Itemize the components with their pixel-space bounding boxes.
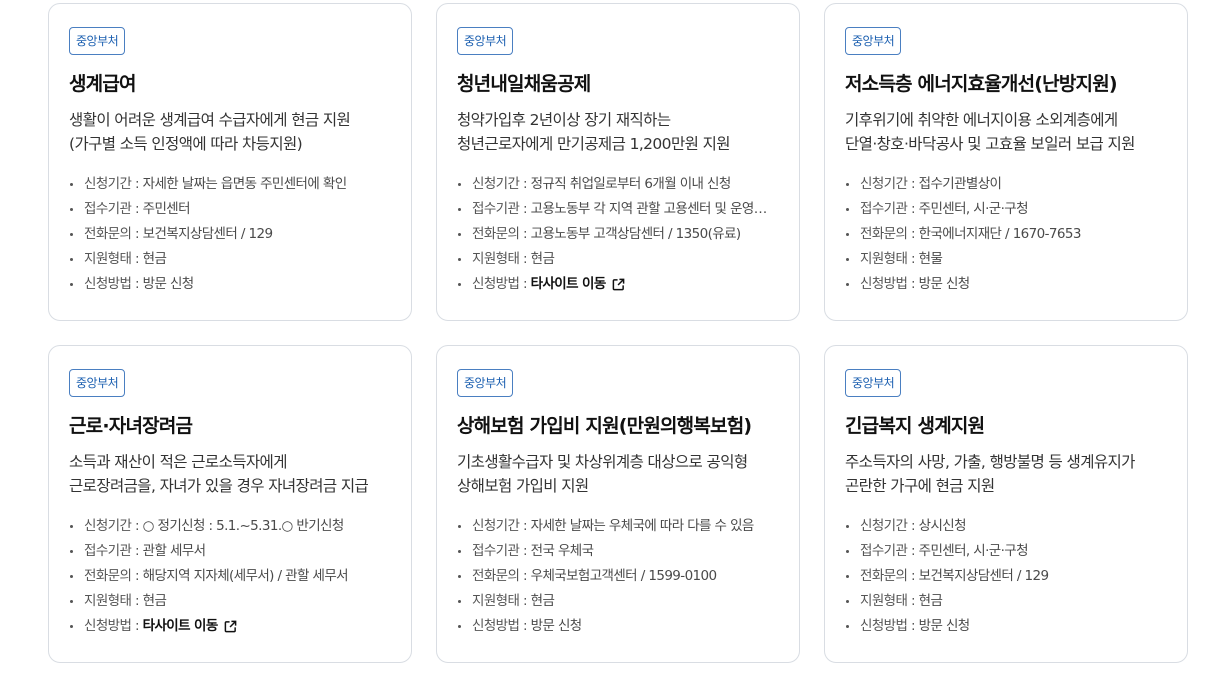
info-item-period: 신청기간 : 자세한 날짜는 읍면동 주민센터에 확인 — [69, 172, 389, 197]
info-item-type: 지원형태 : 현금 — [457, 247, 777, 272]
benefit-card[interactable]: 중앙부처 근로·자녀장려금 소득과 재산이 적은 근로소득자에게 근로장려금을,… — [48, 345, 412, 663]
info-item-agency: 접수기관 : 고용노동부 각 지역 관할 고용센터 및 운영기관 — [457, 197, 777, 222]
description-line: 상해보험 가입비 지원 — [457, 477, 589, 495]
description-line: 청약가입후 2년이상 장기 재직하는 — [457, 111, 671, 129]
info-list: 신청기간 : 자세한 날짜는 우체국에 따라 다를 수 있음 접수기관 : 전국… — [457, 514, 779, 639]
description-line: 기초생활수급자 및 차상위계층 대상으로 공익형 — [457, 453, 748, 471]
category-badge: 중앙부처 — [845, 27, 902, 55]
external-site-link[interactable]: 타사이트 이동 — [531, 272, 625, 297]
info-item-type: 지원형태 : 현물 — [845, 247, 1165, 272]
external-link-icon — [224, 620, 237, 633]
card-description: 기후위기에 취약한 에너지이용 소외계층에게 단열·창호·바닥공사 및 고효율 … — [845, 108, 1167, 156]
external-link-icon — [612, 278, 625, 291]
category-badge: 중앙부처 — [69, 27, 126, 55]
category-badge: 중앙부처 — [845, 369, 902, 397]
info-item-method: 신청방법 : 타사이트 이동 — [69, 614, 389, 639]
info-item-method: 신청방법 : 타사이트 이동 — [457, 272, 777, 297]
info-list: 신청기간 : 정규직 취업일로부터 6개월 이내 신청 접수기관 : 고용노동부… — [457, 172, 779, 297]
card-title[interactable]: 근로·자녀장려금 — [69, 413, 391, 439]
benefit-card[interactable]: 중앙부처 긴급복지 생계지원 주소득자의 사망, 가출, 행방불명 등 생계유지… — [824, 345, 1188, 663]
description-line: 생활이 어려운 생계급여 수급자에게 현금 지원 — [69, 111, 351, 129]
info-item-method: 신청방법 : 방문 신청 — [457, 614, 777, 639]
info-item-method: 신청방법 : 방문 신청 — [845, 614, 1165, 639]
card-description: 소득과 재산이 적은 근로소득자에게 근로장려금을, 자녀가 있을 경우 자녀장… — [69, 450, 391, 498]
info-item-agency: 접수기관 : 주민센터, 시·군·구청 — [845, 197, 1165, 222]
info-list: 신청기간 : 접수기관별상이 접수기관 : 주민센터, 시·군·구청 전화문의 … — [845, 172, 1167, 297]
benefit-card[interactable]: 중앙부처 상해보험 가입비 지원(만원의행복보험) 기초생활수급자 및 차상위계… — [436, 345, 800, 663]
info-item-contact: 전화문의 : 보건복지상담센터 / 129 — [845, 564, 1165, 589]
info-item-agency: 접수기관 : 주민센터, 시·군·구청 — [845, 539, 1165, 564]
card-description: 주소득자의 사망, 가출, 행방불명 등 생계유지가 곤란한 가구에 현금 지원 — [845, 450, 1167, 498]
category-badge: 중앙부처 — [457, 369, 514, 397]
description-line: 곤란한 가구에 현금 지원 — [845, 477, 995, 495]
card-title[interactable]: 상해보험 가입비 지원(만원의행복보험) — [457, 413, 779, 439]
info-item-type: 지원형태 : 현금 — [69, 247, 389, 272]
card-title[interactable]: 생계급여 — [69, 71, 391, 97]
info-item-agency: 접수기관 : 주민센터 — [69, 197, 389, 222]
benefit-card[interactable]: 중앙부처 청년내일채움공제 청약가입후 2년이상 장기 재직하는 청년근로자에게… — [436, 3, 800, 321]
info-item-contact: 전화문의 : 고용노동부 고객상담센터 / 1350(유료) — [457, 222, 777, 247]
benefit-card[interactable]: 중앙부처 생계급여 생활이 어려운 생계급여 수급자에게 현금 지원 (가구별 … — [48, 3, 412, 321]
card-title[interactable]: 긴급복지 생계지원 — [845, 413, 1167, 439]
benefit-card-grid: 중앙부처 생계급여 생활이 어려운 생계급여 수급자에게 현금 지원 (가구별 … — [48, 3, 1188, 663]
description-line: 소득과 재산이 적은 근로소득자에게 — [69, 453, 287, 471]
card-title[interactable]: 저소득층 에너지효율개선(난방지원) — [845, 71, 1167, 97]
info-list: 신청기간 : 자세한 날짜는 읍면동 주민센터에 확인 접수기관 : 주민센터 … — [69, 172, 391, 297]
info-item-period: 신청기간 : ○ 정기신청 : 5.1.~5.31.○ 반기신청 — [69, 514, 389, 539]
info-item-method: 신청방법 : 방문 신청 — [69, 272, 389, 297]
description-line: 근로장려금을, 자녀가 있을 경우 자녀장려금 지급 — [69, 477, 369, 495]
info-item-period: 신청기간 : 자세한 날짜는 우체국에 따라 다를 수 있음 — [457, 514, 777, 539]
card-description: 청약가입후 2년이상 장기 재직하는 청년근로자에게 만기공제금 1,200만원… — [457, 108, 779, 156]
info-list: 신청기간 : 상시신청 접수기관 : 주민센터, 시·군·구청 전화문의 : 보… — [845, 514, 1167, 639]
external-site-link[interactable]: 타사이트 이동 — [143, 614, 237, 639]
info-item-period: 신청기간 : 상시신청 — [845, 514, 1165, 539]
info-item-agency: 접수기관 : 전국 우체국 — [457, 539, 777, 564]
info-item-contact: 전화문의 : 한국에너지재단 / 1670-7653 — [845, 222, 1165, 247]
benefit-card[interactable]: 중앙부처 저소득층 에너지효율개선(난방지원) 기후위기에 취약한 에너지이용 … — [824, 3, 1188, 321]
description-line: 단열·창호·바닥공사 및 고효율 보일러 보급 지원 — [845, 135, 1135, 153]
info-list: 신청기간 : ○ 정기신청 : 5.1.~5.31.○ 반기신청 접수기관 : … — [69, 514, 391, 639]
info-item-period: 신청기간 : 정규직 취업일로부터 6개월 이내 신청 — [457, 172, 777, 197]
category-badge: 중앙부처 — [457, 27, 514, 55]
info-item-type: 지원형태 : 현금 — [845, 589, 1165, 614]
description-line: 청년근로자에게 만기공제금 1,200만원 지원 — [457, 135, 731, 153]
info-item-agency: 접수기관 : 관할 세무서 — [69, 539, 389, 564]
info-item-type: 지원형태 : 현금 — [457, 589, 777, 614]
card-description: 기초생활수급자 및 차상위계층 대상으로 공익형 상해보험 가입비 지원 — [457, 450, 779, 498]
category-badge: 중앙부처 — [69, 369, 126, 397]
info-item-method: 신청방법 : 방문 신청 — [845, 272, 1165, 297]
info-item-contact: 전화문의 : 우체국보험고객센터 / 1599-0100 — [457, 564, 777, 589]
card-title[interactable]: 청년내일채움공제 — [457, 71, 779, 97]
description-line: 주소득자의 사망, 가출, 행방불명 등 생계유지가 — [845, 453, 1135, 471]
description-line: (가구별 소득 인정액에 따라 차등지원) — [69, 135, 303, 153]
info-item-contact: 전화문의 : 보건복지상담센터 / 129 — [69, 222, 389, 247]
info-item-contact: 전화문의 : 해당지역 지자체(세무서) / 관할 세무서 — [69, 564, 389, 589]
info-item-period: 신청기간 : 접수기관별상이 — [845, 172, 1165, 197]
description-line: 기후위기에 취약한 에너지이용 소외계층에게 — [845, 111, 1118, 129]
card-description: 생활이 어려운 생계급여 수급자에게 현금 지원 (가구별 소득 인정액에 따라… — [69, 108, 391, 156]
info-item-type: 지원형태 : 현금 — [69, 589, 389, 614]
